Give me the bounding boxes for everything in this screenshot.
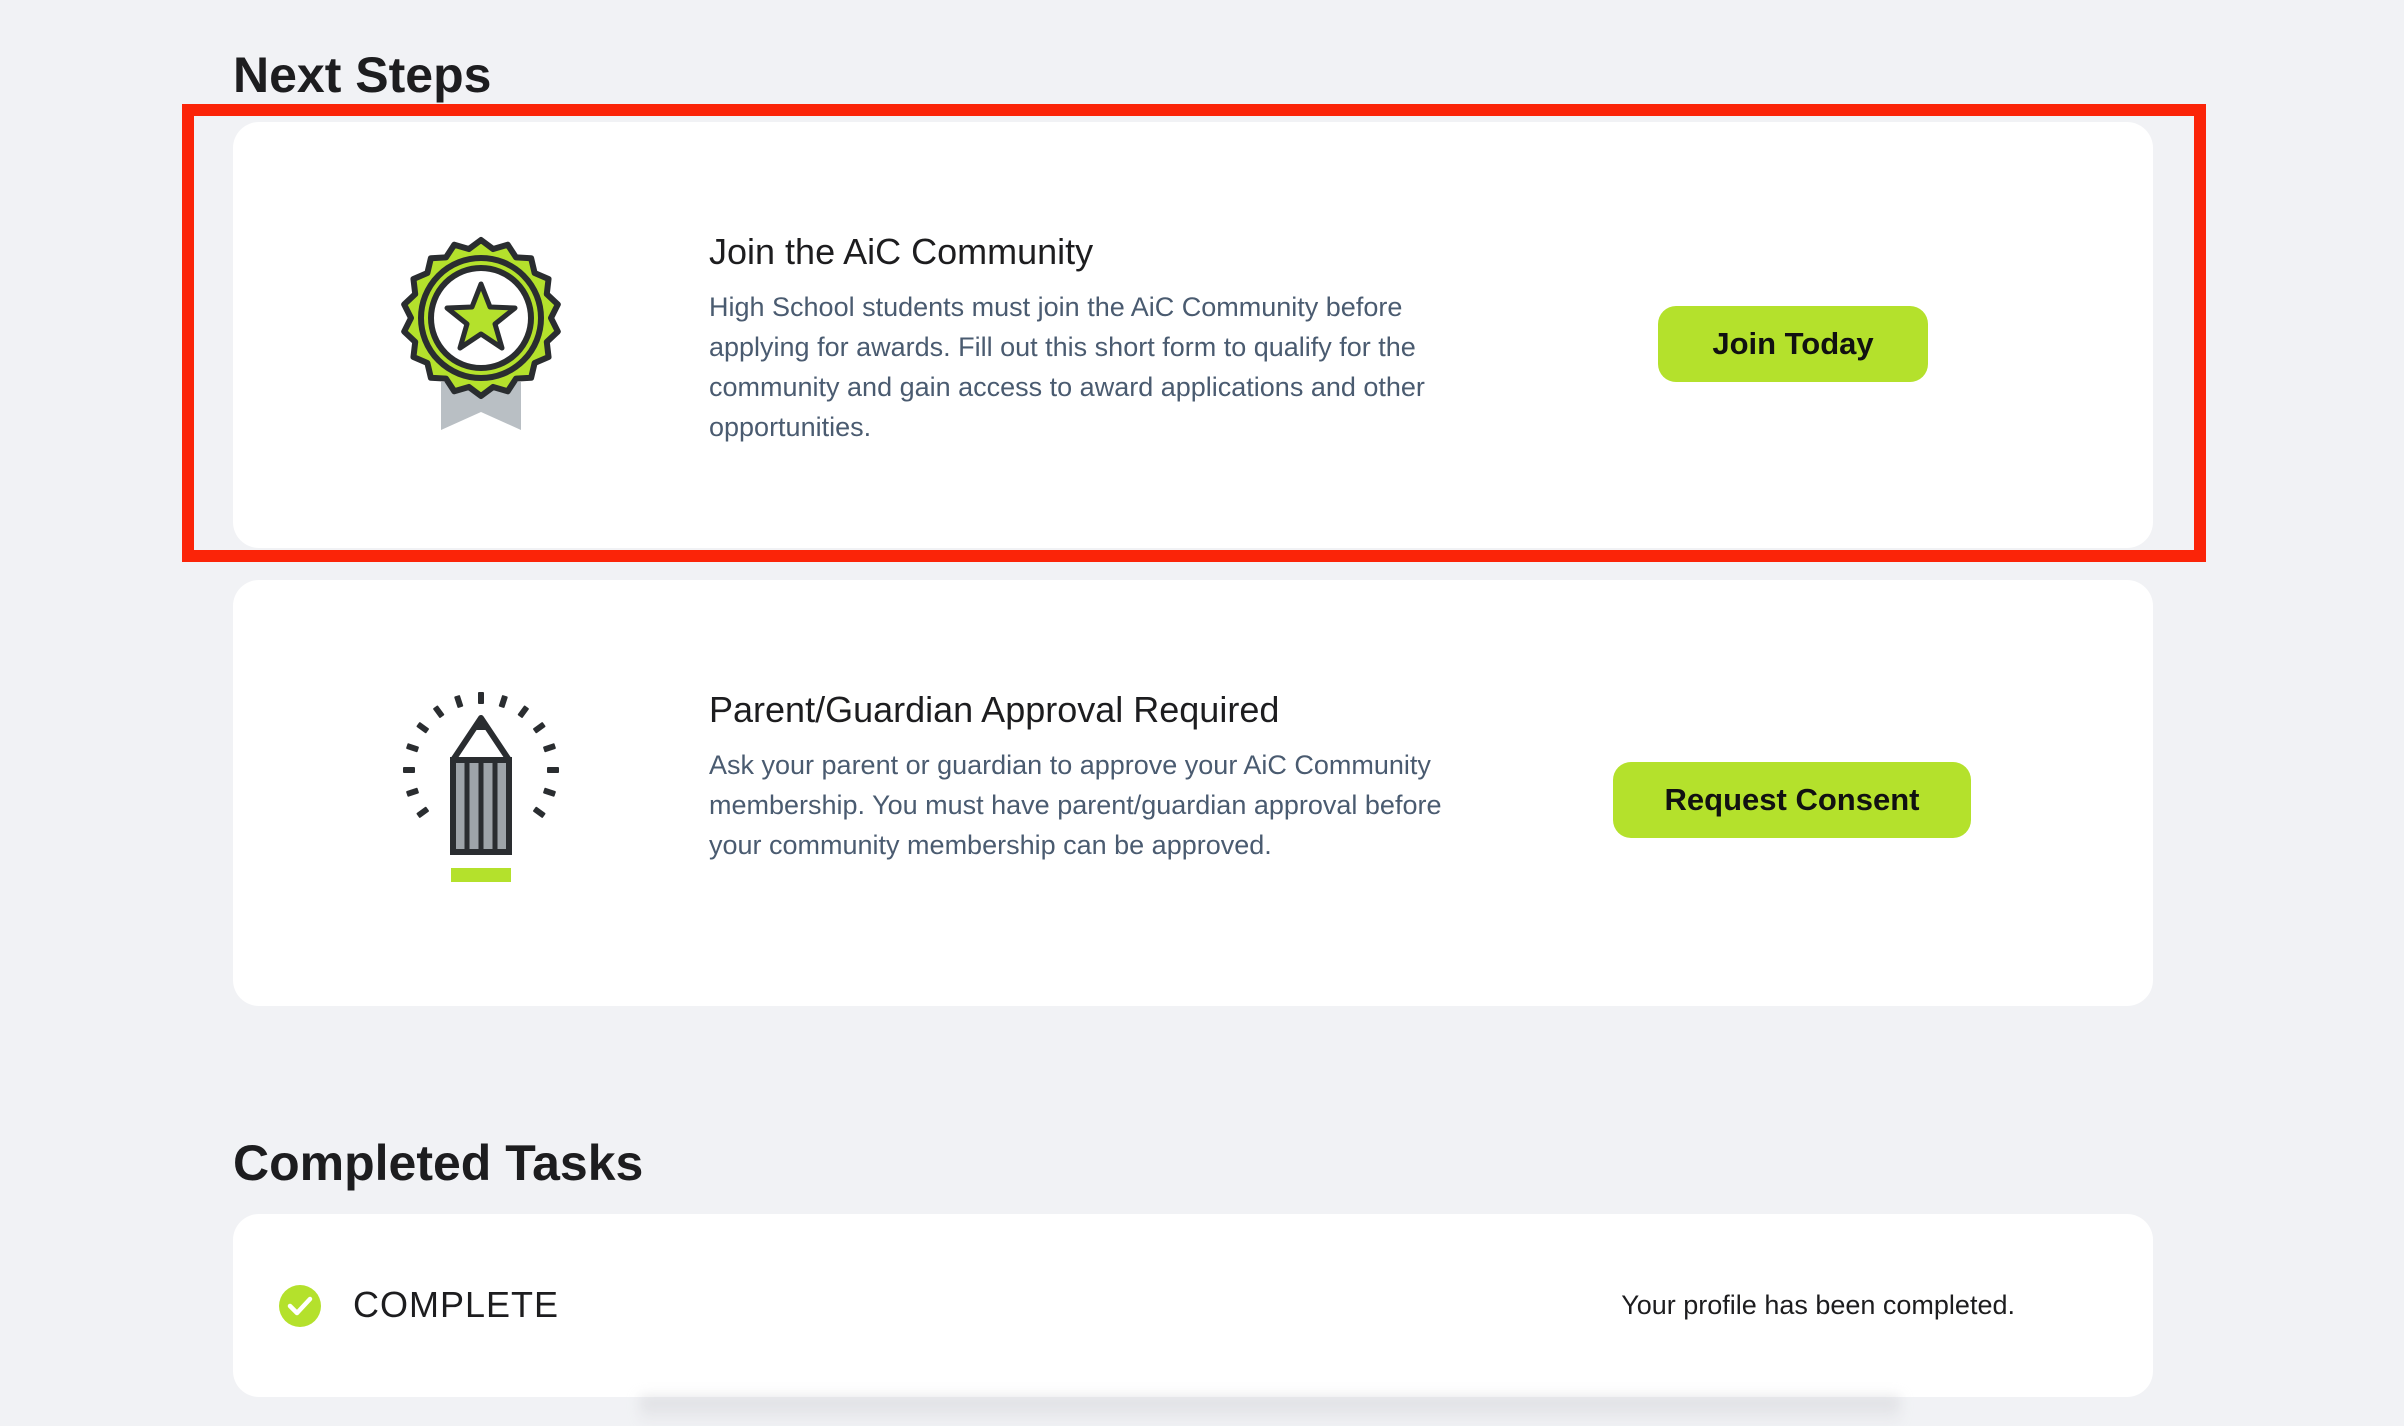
- card-description: High School students must join the AiC C…: [709, 292, 1425, 443]
- award-badge-icon: [393, 232, 569, 432]
- next-steps-title: Next Steps: [233, 47, 492, 103]
- card-parent-approval: Parent/Guardian Approval Required Ask yo…: [233, 580, 2153, 1006]
- completed-task-row: COMPLETE Your profile has been completed…: [233, 1214, 2153, 1397]
- pencil-icon: [393, 690, 569, 890]
- card-heading: Join the AiC Community: [709, 231, 1094, 272]
- task-message: Your profile has been completed.: [1621, 1290, 2015, 1320]
- task-status: COMPLETE: [353, 1284, 560, 1325]
- card-heading: Parent/Guardian Approval Required: [709, 689, 1280, 730]
- completed-tasks-title: Completed Tasks: [233, 1135, 644, 1191]
- request-consent-button[interactable]: Request Consent: [1613, 762, 1971, 838]
- card-text: Join the AiC Community High School stude…: [709, 230, 1469, 447]
- card-description: Ask your parent or guardian to approve y…: [709, 750, 1442, 861]
- card-join-community: Join the AiC Community High School stude…: [233, 122, 2153, 548]
- card-text: Parent/Guardian Approval Required Ask yo…: [709, 688, 1469, 865]
- bottom-shadow: [640, 1396, 1900, 1426]
- join-today-button[interactable]: Join Today: [1658, 306, 1928, 382]
- page: Next Steps Join the AiC Community High S…: [0, 0, 2404, 1426]
- check-circle-icon: [279, 1285, 321, 1327]
